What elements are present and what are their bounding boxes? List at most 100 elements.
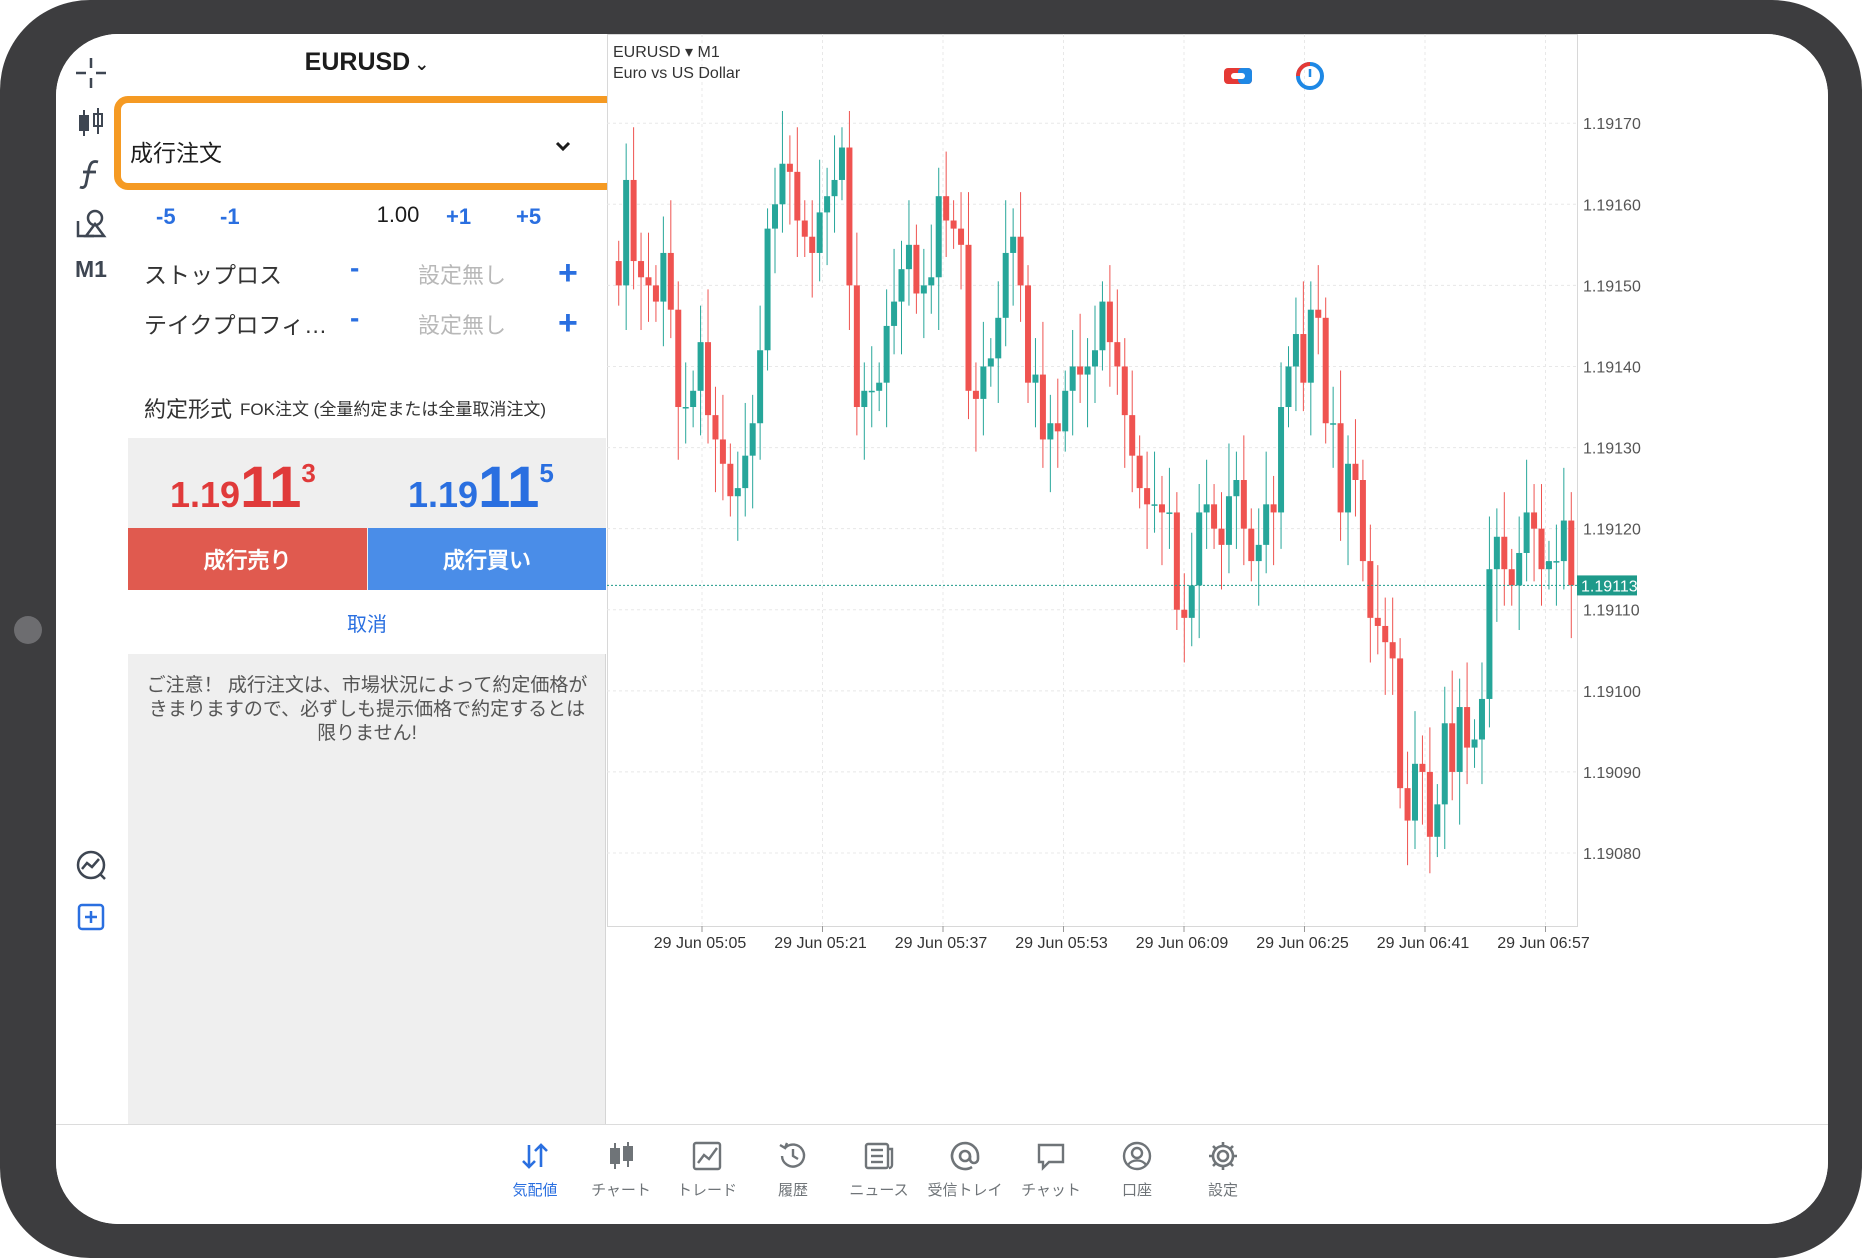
candle-body (1002, 252, 1009, 318)
nav-chart[interactable]: チャート (576, 1139, 666, 1200)
candle-body (1114, 342, 1121, 367)
nav-quotes[interactable]: 気配値 (490, 1139, 580, 1200)
candle-body (913, 244, 920, 294)
candle-body (1545, 561, 1552, 570)
quotes-arrows-icon (522, 1143, 548, 1169)
buy-by-market-button[interactable]: 成行買い (368, 528, 606, 590)
candle-body (1144, 488, 1151, 505)
volume-minus-5[interactable]: -5 (156, 204, 176, 230)
volume-value[interactable]: 1.00 (343, 202, 453, 228)
candle-body (1508, 569, 1515, 586)
candle-body (727, 463, 734, 497)
nav-mailbox[interactable]: 受信トレイ (920, 1139, 1010, 1200)
nav-trade[interactable]: トレード (662, 1139, 752, 1200)
candle-body (712, 415, 719, 440)
nav-news[interactable]: ニュース (834, 1139, 924, 1200)
stop-loss-plus-button[interactable]: + (558, 256, 578, 290)
price-display: 1.19113 1.19115 (128, 438, 606, 528)
volume-plus-1[interactable]: +1 (446, 204, 471, 230)
volume-minus-1[interactable]: -1 (220, 204, 240, 230)
nav-settings-label: 設定 (1207, 1182, 1238, 1199)
nav-accounts[interactable]: 口座 (1092, 1139, 1182, 1200)
trade-history-icon[interactable] (1294, 60, 1326, 92)
candle-body (757, 350, 764, 424)
candle-body (1077, 366, 1084, 375)
symbol-name: EURUSD (304, 48, 411, 76)
candle-body (1560, 520, 1567, 562)
chart-analysis-icon[interactable] (68, 842, 114, 888)
stop-loss-value[interactable]: 設定無し (418, 258, 506, 290)
candle-body (1426, 771, 1433, 837)
candle-body (615, 261, 622, 286)
new-order-icon[interactable] (68, 894, 114, 940)
candle-body (1449, 723, 1456, 772)
sell-by-market-button[interactable]: 成行売り (128, 528, 367, 590)
candle-body (1419, 763, 1426, 772)
candle-body (920, 285, 927, 294)
y-tick-label: 1.19100 (1583, 684, 1641, 701)
nav-chart-label: チャート (591, 1182, 651, 1199)
trade-icon (692, 1141, 722, 1171)
candle-body (950, 220, 957, 229)
nav-chat-label: チャット (1021, 1182, 1081, 1199)
stop-loss-minus-button[interactable]: - (350, 252, 359, 284)
take-profit-minus-button[interactable]: - (350, 302, 359, 334)
cancel-row: 取消 (128, 590, 606, 654)
candle-body (876, 382, 883, 391)
home-button[interactable] (14, 616, 42, 644)
y-tick-label: 1.19080 (1583, 846, 1641, 863)
candle-body (965, 244, 972, 391)
y-tick-label: 1.19130 (1583, 441, 1641, 458)
market-order-warning: ご注意！ 成行注文は、市場状況によって約定価格がきまりますので、必ずしも提示価格… (146, 675, 588, 744)
candle-body (1166, 512, 1173, 514)
left-toolbar: M1 (56, 34, 126, 1124)
candle-body (1359, 480, 1366, 562)
candlestick-chart-icon[interactable] (68, 100, 114, 146)
candle-body (1307, 309, 1314, 383)
take-profit-plus-button[interactable]: + (558, 306, 578, 340)
chevron-down-icon: ⌄ (414, 54, 430, 74)
chart-symbol[interactable]: EURUSD ▾ M1 (613, 42, 720, 62)
timeframe-button[interactable]: M1 (68, 246, 114, 292)
indicator-function-icon[interactable] (68, 151, 114, 197)
price-chart[interactable]: 1.19170 1.19160 1.19150 1.19140 1.19130 1.191… (607, 34, 1828, 1124)
candle-body (1225, 496, 1232, 545)
candlestick-chart[interactable]: 1.19170 1.19160 1.19150 1.19140 1.19130 1.191… (607, 34, 1828, 1124)
nav-settings[interactable]: 設定 (1178, 1139, 1268, 1200)
candle-body (891, 301, 898, 326)
candle-body (1181, 609, 1188, 618)
x-tick-label: 29 Jun 05:05 (654, 935, 747, 952)
candle-body (861, 390, 868, 408)
candle-body (838, 147, 845, 180)
candle-body (1501, 536, 1508, 570)
candle-body (697, 342, 704, 391)
candle-body (1240, 480, 1247, 529)
candle-body (1025, 285, 1032, 383)
candle-body (995, 317, 1002, 359)
x-tick-label: 29 Jun 06:25 (1256, 935, 1349, 952)
candle-body (682, 407, 689, 409)
news-icon (864, 1142, 894, 1170)
candle-body (1456, 707, 1463, 772)
bid-price: 1.19113 (170, 455, 316, 520)
candle-body (1233, 480, 1240, 497)
candle-body (1218, 528, 1225, 545)
nav-history[interactable]: 履歴 (748, 1139, 838, 1200)
objects-shapes-icon[interactable] (68, 201, 114, 247)
volume-plus-5[interactable]: +5 (516, 204, 541, 230)
candle-body (623, 179, 630, 286)
take-profit-value[interactable]: 設定無し (418, 308, 506, 340)
candle-body (1270, 504, 1277, 513)
take-profit-label: テイクプロフィ… (144, 312, 328, 338)
cancel-button[interactable]: 取消 (347, 608, 387, 637)
fill-policy-value[interactable]: FOK注文 (全量約定または全量取消注文) (240, 395, 546, 420)
x-tick-label: 29 Jun 06:41 (1377, 935, 1470, 952)
candle-body (905, 244, 912, 270)
symbol-selector[interactable]: EURUSD ⌄ (128, 48, 606, 77)
stop-loss-label: ストップロス (144, 262, 282, 288)
crosshair-icon[interactable] (68, 50, 114, 96)
candle-body (846, 147, 853, 286)
one-click-trading-icon[interactable] (1222, 60, 1254, 92)
nav-chat[interactable]: チャット (1006, 1139, 1096, 1200)
candle-body (1054, 423, 1061, 432)
